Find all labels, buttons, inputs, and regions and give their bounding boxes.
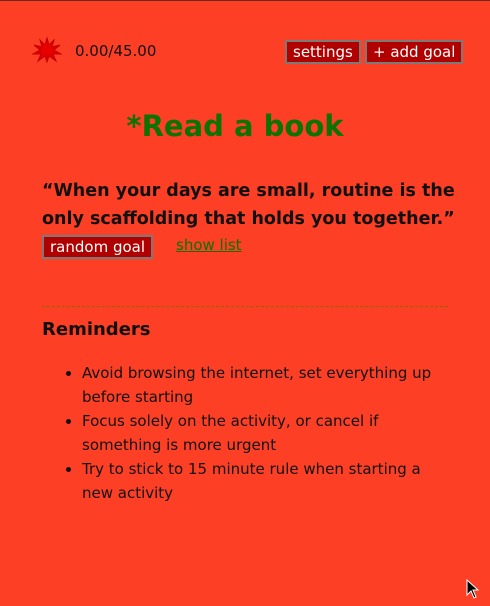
header: 0.00/45.00 settings + add goal [31, 36, 464, 67]
random-goal-button[interactable]: random goal [42, 235, 154, 259]
list-item: Avoid browsing the internet, set everyth… [82, 361, 442, 409]
divider [42, 306, 448, 307]
goal-title: *Read a book [126, 109, 344, 143]
mouse-cursor-icon [466, 578, 480, 599]
reminders-list: Avoid browsing the internet, set everyth… [42, 361, 442, 505]
add-goal-button[interactable]: + add goal [365, 40, 464, 64]
show-list-link[interactable]: show list [176, 236, 242, 254]
list-item: Focus solely on the activity, or cancel … [82, 409, 442, 457]
settings-button[interactable]: settings [285, 40, 361, 64]
list-item: Try to stick to 15 minute rule when star… [82, 457, 442, 505]
reminders-heading: Reminders [42, 319, 151, 340]
goal-quote: “When your days are small, routine is th… [42, 181, 455, 229]
progress-counter: 0.00/45.00 [75, 42, 157, 60]
red-splat-icon [31, 36, 63, 64]
